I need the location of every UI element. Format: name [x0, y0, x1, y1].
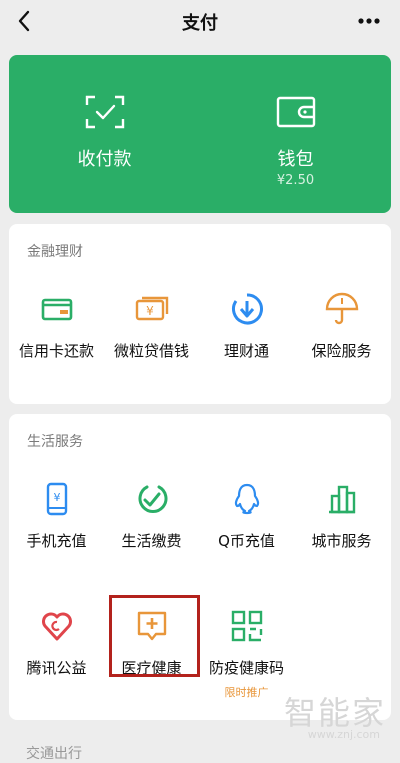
next-section-title: 交通出行: [26, 746, 82, 762]
phone-topup-item[interactable]: ¥ 手机充值: [9, 482, 104, 582]
city-service-label: 城市服务: [311, 532, 372, 550]
insurance-icon: [325, 292, 358, 325]
wallet-label: 钱包: [277, 149, 314, 170]
wallet-panel: 收付款 钱包 ¥2.50: [9, 55, 391, 213]
phone-topup-icon: ¥: [46, 482, 67, 516]
collect-pay-button[interactable]: 收付款: [9, 55, 200, 213]
utility-payment-icon: [138, 485, 167, 514]
finance-section-title: 金融理财: [27, 244, 83, 260]
qq-coin-label: Q币充值: [218, 532, 275, 550]
phone-topup-label: 手机充值: [26, 532, 87, 550]
scan-code-icon: [85, 95, 124, 129]
wallet-balance: ¥2.50: [276, 173, 315, 188]
weili-loan-item[interactable]: ¥ 微粒贷借钱: [104, 292, 199, 392]
health-code-label: 防疫健康码: [208, 659, 284, 677]
licaitong-label: 理财通: [223, 342, 269, 360]
loan-icon: ¥: [135, 296, 168, 321]
qq-coin-item[interactable]: Q币充值: [199, 482, 294, 582]
credit-card-icon: [41, 298, 72, 321]
utility-payment-label: 生活缴费: [121, 532, 182, 550]
insurance-item[interactable]: 保险服务: [294, 292, 389, 392]
tencent-charity-label: 腾讯公益: [26, 659, 87, 677]
wallet-button[interactable]: 钱包 ¥2.50: [200, 55, 391, 213]
qq-coin-icon: [234, 483, 259, 515]
life-services-card: 生活服务 ¥ 手机充值 生活缴费 Q币充值 城市服务 腾讯公益 医疗健康 防疫健…: [9, 414, 391, 720]
svg-text:¥: ¥: [53, 491, 60, 504]
tencent-charity-item[interactable]: 腾讯公益: [9, 609, 104, 709]
insurance-label: 保险服务: [311, 342, 372, 360]
credit-card-repay-label: 信用卡还款: [18, 342, 94, 360]
utility-payment-item[interactable]: 生活缴费: [104, 482, 199, 582]
city-service-item[interactable]: 城市服务: [294, 482, 389, 582]
health-code-item[interactable]: 防疫健康码 限时推广: [199, 609, 294, 709]
charity-icon: [41, 612, 72, 641]
watermark-url: www.znj.com: [307, 728, 380, 741]
health-code-icon: [231, 610, 262, 642]
credit-card-repay-item[interactable]: 信用卡还款: [9, 292, 104, 392]
limited-promo-tag: 限时推广: [224, 686, 269, 699]
licaitong-icon: [231, 293, 263, 325]
svg-text:¥: ¥: [146, 304, 154, 318]
weili-loan-label: 微粒贷借钱: [113, 342, 189, 360]
top-bar: 支付: [0, 0, 400, 44]
medical-icon: [137, 611, 166, 641]
life-section-title: 生活服务: [27, 434, 83, 450]
wallet-icon: [276, 96, 315, 128]
licaitong-item[interactable]: 理财通: [199, 292, 294, 392]
page-title: 支付: [182, 13, 218, 34]
more-options-icon[interactable]: [352, 6, 386, 36]
collect-pay-label: 收付款: [77, 149, 132, 170]
finance-card: 金融理财 信用卡还款 ¥ 微粒贷借钱 理财通 保险服务: [9, 224, 391, 404]
medical-health-label: 医疗健康: [121, 659, 182, 677]
medical-health-item[interactable]: 医疗健康: [104, 609, 199, 709]
city-service-icon: [328, 485, 355, 514]
